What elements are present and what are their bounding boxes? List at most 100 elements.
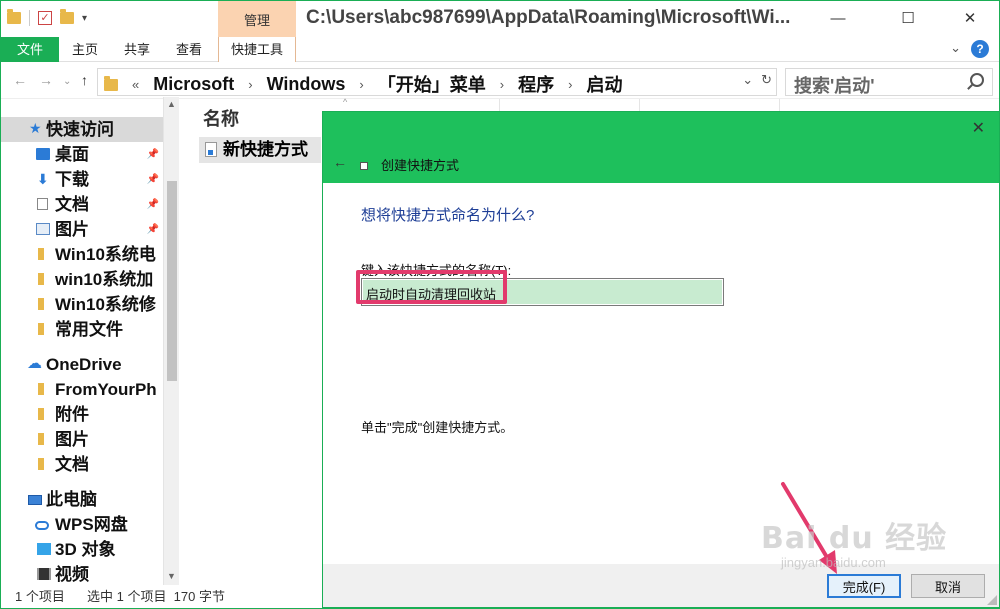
pin-icon: 📌	[146, 174, 159, 185]
file-row[interactable]: 新快捷方式	[199, 137, 321, 163]
breadcrumb-item[interactable]: 启动	[586, 71, 622, 97]
nav-item-pictures[interactable]: 图片 📌	[1, 217, 163, 242]
scroll-up-icon[interactable]: ▲	[167, 99, 176, 109]
close-window-button[interactable]: ✕	[947, 1, 993, 37]
create-shortcut-dialog: ✕ ← 创建快捷方式 想将快捷方式命名为什么? 键入该快捷方式的名称(T): 启…	[322, 111, 999, 608]
search-icon[interactable]	[970, 73, 984, 87]
folder-icon[interactable]	[7, 9, 21, 24]
forward-arrow-icon[interactable]: →	[39, 72, 53, 88]
chevron-right-icon[interactable]: ›	[248, 77, 252, 92]
folder-icon	[104, 76, 118, 91]
qat-dropdown-icon[interactable]: ▾	[82, 13, 87, 24]
cancel-button[interactable]: 取消	[911, 574, 985, 598]
star-icon: ★	[29, 120, 42, 136]
search-input[interactable]: 搜索'启动'	[785, 68, 993, 96]
explorer-window: ✓ ▾ 管理 C:\Users\abc987699\AppData\Roamin…	[0, 0, 1000, 609]
refresh-icon[interactable]: ↻	[761, 72, 772, 88]
folder-icon	[38, 433, 44, 445]
close-icon[interactable]: ✕	[972, 118, 985, 138]
address-row: ← → ⌄ ↑ « Microsoft › Windows › 「开始」菜单 ›…	[1, 63, 999, 99]
dialog-title: 创建快捷方式	[381, 158, 460, 173]
address-dropdown-icon[interactable]: ⌄	[742, 72, 753, 88]
overflow-chevron-icon[interactable]: «	[132, 77, 139, 92]
recent-dropdown-icon[interactable]: ⌄	[63, 76, 71, 87]
title-bar: ✓ ▾ 管理 C:\Users\abc987699\AppData\Roamin…	[1, 1, 999, 37]
window-title: C:\Users\abc987699\AppData\Roaming\Micro…	[306, 7, 791, 28]
maximize-button[interactable]: ☐	[885, 1, 931, 37]
tab-share[interactable]: 共享	[115, 37, 159, 62]
nav-item-3d-objects[interactable]: 3D 对象	[1, 537, 163, 562]
desktop-icon	[36, 148, 50, 160]
chevron-right-icon[interactable]: ›	[359, 77, 363, 92]
folder-icon	[38, 323, 44, 335]
minimize-button[interactable]: —	[815, 1, 861, 37]
dialog-footer: 完成(F) 取消	[323, 564, 999, 607]
breadcrumb-item[interactable]: Windows	[267, 74, 346, 95]
shortcut-name-label: 键入该快捷方式的名称(T):	[361, 263, 512, 278]
manage-tab[interactable]: 管理	[218, 1, 296, 37]
back-arrow-icon[interactable]: ←	[13, 72, 27, 88]
folder-icon	[38, 383, 44, 395]
finish-button[interactable]: 完成(F)	[827, 574, 901, 598]
wps-cloud-icon	[35, 521, 49, 530]
nav-item-folder[interactable]: 附件	[1, 402, 163, 427]
ribbon-controls: ⌄ ?	[950, 40, 989, 58]
new-folder-icon[interactable]	[60, 9, 74, 24]
nav-item-folder[interactable]: 图片	[1, 427, 163, 452]
tab-home[interactable]: 主页	[63, 37, 107, 62]
ribbon-expand-icon[interactable]: ⌄	[950, 40, 961, 58]
nav-item-folder[interactable]: 文档	[1, 452, 163, 477]
chevron-right-icon[interactable]: ›	[500, 77, 504, 92]
chevron-right-icon[interactable]: ›	[568, 77, 572, 92]
computer-icon	[28, 495, 42, 505]
nav-item-wps-cloud[interactable]: WPS网盘	[1, 512, 163, 537]
cloud-icon: ☁	[27, 355, 42, 372]
breadcrumb: « Microsoft › Windows › 「开始」菜单 › 程序 › 启动	[104, 71, 622, 97]
nav-item-documents[interactable]: 文档 📌	[1, 192, 163, 217]
folder-icon	[38, 458, 44, 470]
folder-icon	[38, 298, 44, 310]
tab-view[interactable]: 查看	[167, 37, 211, 62]
shortcut-name-field[interactable]	[361, 278, 724, 306]
column-header-name[interactable]: 名称	[203, 105, 239, 131]
resize-grip-icon[interactable]	[987, 595, 997, 605]
help-icon[interactable]: ?	[971, 40, 989, 58]
nav-item-folder[interactable]: win10系统加	[1, 267, 163, 292]
folder-icon	[38, 248, 44, 260]
sort-caret-icon: ^	[343, 97, 348, 107]
nav-item-onedrive[interactable]: ☁ OneDrive	[1, 352, 163, 377]
toolbar-divider	[29, 10, 30, 26]
nav-item-downloads[interactable]: ⬇ 下载 📌	[1, 167, 163, 192]
address-bar[interactable]: « Microsoft › Windows › 「开始」菜单 › 程序 › 启动…	[97, 68, 777, 96]
properties-icon[interactable]: ✓	[38, 11, 52, 25]
dialog-heading: 想将快捷方式命名为什么?	[361, 207, 535, 224]
nav-item-folder[interactable]: FromYourPh	[1, 377, 163, 402]
breadcrumb-item[interactable]: 程序	[518, 71, 554, 97]
dialog-body: 想将快捷方式命名为什么? 键入该快捷方式的名称(T): 启动时自动清理回收站 单…	[323, 183, 999, 564]
tab-shortcut-tools[interactable]: 快捷工具	[218, 37, 296, 62]
nav-item-folder[interactable]: Win10系统电	[1, 242, 163, 267]
tab-file[interactable]: 文件	[1, 37, 59, 62]
nav-pane-scrollbar[interactable]: ▲ ▼	[163, 97, 179, 585]
status-selection: 选中 1 个项目 170 字节	[87, 589, 225, 604]
nav-item-folder[interactable]: 常用文件	[1, 317, 163, 342]
scroll-down-icon[interactable]: ▼	[167, 571, 176, 581]
video-icon	[37, 568, 51, 580]
download-icon: ⬇	[37, 171, 49, 187]
up-arrow-icon[interactable]: ↑	[81, 72, 88, 88]
search-placeholder: 搜索'启动'	[794, 76, 875, 96]
nav-item-folder[interactable]: Win10系统修	[1, 292, 163, 317]
folder-icon	[38, 408, 44, 420]
nav-item-desktop[interactable]: 桌面 📌	[1, 142, 163, 167]
back-arrow-icon[interactable]: ←	[333, 154, 347, 170]
folder-icon	[38, 273, 44, 285]
nav-item-videos[interactable]: 视频	[1, 562, 163, 587]
3d-objects-icon	[37, 543, 51, 555]
scrollbar-thumb[interactable]	[167, 181, 177, 381]
nav-item-this-pc[interactable]: 此电脑	[1, 487, 163, 512]
nav-item-quick-access[interactable]: ★ 快速访问	[1, 117, 163, 142]
breadcrumb-item[interactable]: 「开始」菜单	[378, 71, 486, 97]
dialog-hint: 单击"完成"创建快捷方式。	[361, 420, 514, 435]
breadcrumb-item[interactable]: Microsoft	[153, 74, 234, 95]
status-item-count: 1 个项目	[15, 589, 65, 604]
